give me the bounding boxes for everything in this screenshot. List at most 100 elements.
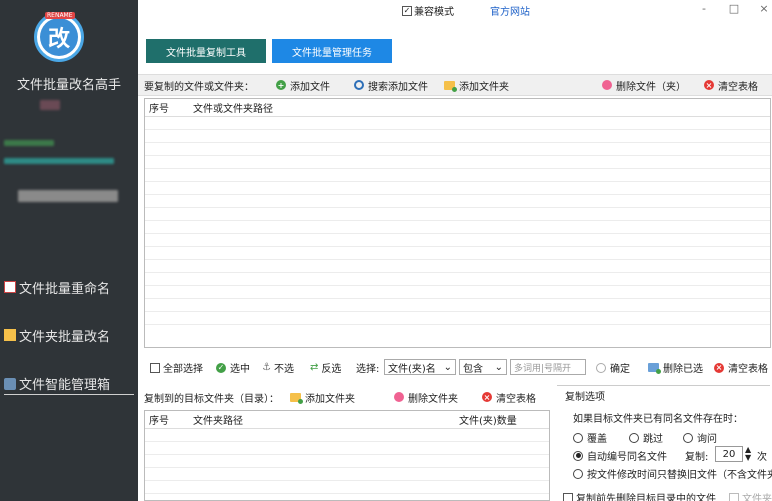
- clear-target-label: 清空表格: [496, 393, 536, 405]
- maximize-button[interactable]: □: [727, 2, 741, 15]
- skip-label: 跳过: [643, 434, 663, 445]
- minimize-button[interactable]: -: [697, 2, 711, 15]
- nav-smart-manager[interactable]: 文件智能管理箱: [4, 373, 134, 395]
- auto-number-label: 自动编号同名文件: [587, 452, 667, 463]
- match-select-value: 包含: [463, 363, 483, 375]
- logo-glyph: 改: [40, 18, 78, 56]
- add-folder-button[interactable]: 添加文件夹: [444, 78, 509, 93]
- files-toolbar: 要复制的文件或文件夹： + 添加文件 搜索添加文件 添加文件夹 删除文件（夹） …: [138, 74, 772, 96]
- copy-options-question: 如果目标文件夹已有同名文件存在时：: [573, 414, 743, 425]
- replace-newer-label: 按文件修改时间只替换旧文件（不含文件夹）: [587, 470, 772, 481]
- copies-unit: 次: [757, 452, 767, 463]
- function-tabs: 文件批量复制工具 文件批量管理任务: [146, 39, 392, 63]
- confirm-button[interactable]: 确定: [596, 360, 630, 375]
- nav-label: 文件批量重命名: [19, 281, 111, 297]
- tab-copy-tool[interactable]: 文件批量复制工具: [146, 39, 266, 63]
- target-table-header: 序号 文件夹路径 文件(夹)数量: [145, 411, 549, 429]
- delete-file-button[interactable]: 删除文件（夹）: [602, 78, 686, 93]
- tab-manage-task[interactable]: 文件批量管理任务: [272, 39, 392, 63]
- radio-button[interactable]: [573, 450, 583, 461]
- logo-badge: RENAME: [45, 12, 75, 19]
- overwrite-label: 覆盖: [587, 434, 607, 445]
- search-add-file-button[interactable]: 搜索添加文件: [354, 78, 428, 93]
- document-icon: [4, 281, 16, 293]
- add-target-folder-label: 添加文件夹: [305, 393, 355, 405]
- delete-selected-button[interactable]: 删除已选: [648, 360, 703, 375]
- files-label: 要复制的文件或文件夹：: [144, 81, 254, 93]
- radio-button[interactable]: [683, 432, 693, 443]
- files-table-header: 序号 文件或文件夹路径: [145, 99, 770, 117]
- stepper-arrows-icon[interactable]: ▲ ▼: [745, 446, 751, 462]
- blurred-info: [40, 100, 60, 110]
- check-icon: ✓: [216, 362, 226, 373]
- compat-mode-toggle[interactable]: ✓ 兼容模式: [402, 3, 454, 18]
- delete-icon: [394, 392, 404, 402]
- ask-label: 询问: [697, 434, 717, 445]
- files-table[interactable]: 序号 文件或文件夹路径: [144, 98, 771, 348]
- column-header: 文件(夹)数量: [459, 416, 517, 427]
- folder-add-icon: [290, 392, 303, 404]
- copies-stepper[interactable]: 20: [715, 446, 743, 462]
- deselect-label: 不选: [273, 364, 294, 375]
- blurred-info: [4, 140, 54, 146]
- nav-label: 文件夹批量改名: [19, 329, 111, 345]
- add-folder-label: 添加文件夹: [459, 81, 509, 93]
- app-name: 文件批量改名高手: [16, 78, 121, 93]
- select-all-checkbox[interactable]: 全部选择: [150, 360, 203, 375]
- skip-radio[interactable]: 跳过: [629, 430, 663, 445]
- type-select-value: 文件(夹)名: [388, 363, 436, 375]
- type-select[interactable]: 文件(夹)名 ⌄: [384, 359, 456, 375]
- anchor-icon: ⚓: [262, 362, 271, 373]
- delete-icon: [602, 80, 612, 90]
- clear-target-table-button[interactable]: × 清空表格: [482, 390, 536, 405]
- copy-options-title: 复制选项: [565, 388, 605, 403]
- blurred-info: [18, 190, 118, 202]
- select-all-label: 全部选择: [163, 364, 203, 375]
- close-button[interactable]: ×: [757, 2, 771, 15]
- before-delete-checkbox[interactable]: 复制前先删除目标目录中的文件: [563, 490, 716, 501]
- checkbox[interactable]: [563, 492, 573, 501]
- copies-label: 复制:: [685, 452, 709, 463]
- delete-selected-icon: [648, 363, 661, 374]
- deselect-button[interactable]: ⚓ 不选: [262, 360, 294, 375]
- clear-table-button-2[interactable]: × 清空表格: [714, 360, 768, 375]
- overwrite-radio[interactable]: 覆盖: [573, 430, 607, 445]
- auto-number-radio[interactable]: 自动编号同名文件: [573, 448, 667, 463]
- compat-checkbox[interactable]: ✓: [402, 5, 412, 16]
- select-label: 选中: [230, 364, 250, 375]
- compat-label: 兼容模式: [414, 7, 454, 18]
- confirm-icon: [596, 362, 606, 373]
- delete-folder-button[interactable]: 删除文件夹: [394, 390, 458, 405]
- nav-folder-rename[interactable]: 文件夹批量改名: [4, 324, 134, 346]
- nav-label: 文件智能管理箱: [19, 378, 111, 393]
- add-target-folder-button[interactable]: 添加文件夹: [290, 390, 355, 405]
- radio-button[interactable]: [573, 468, 583, 479]
- blurred-info: [4, 158, 114, 164]
- choose-label: 选择:: [356, 364, 380, 375]
- nav-file-rename[interactable]: 文件批量重命名: [4, 276, 134, 298]
- column-header: 文件或文件夹路径: [193, 104, 273, 115]
- add-file-button[interactable]: + 添加文件: [276, 78, 330, 93]
- replace-newer-radio[interactable]: 按文件修改时间只替换旧文件（不含文件夹）: [573, 466, 772, 481]
- file-only-checkbox[interactable]: 文件夹: [729, 490, 772, 501]
- app-logo: RENAME 改: [34, 12, 84, 62]
- chevron-down-icon: ⌄: [443, 361, 452, 373]
- invert-button[interactable]: ⇄ 反选: [310, 360, 341, 375]
- clear-table-button[interactable]: × 清空表格: [704, 78, 758, 93]
- checkbox[interactable]: [150, 362, 160, 373]
- match-select[interactable]: 包含 ⌄: [459, 359, 507, 375]
- radio-button[interactable]: [629, 432, 639, 443]
- delete-folder-label: 删除文件夹: [408, 393, 458, 405]
- checkbox[interactable]: [729, 492, 739, 501]
- sidebar: RENAME 改 文件批量改名高手 文件批量重命名 文件夹批量改名 文件智能管理…: [0, 0, 138, 501]
- select-button[interactable]: ✓ 选中: [216, 360, 250, 375]
- file-only-label: 文件夹: [742, 494, 772, 501]
- toolbox-icon: [4, 377, 16, 390]
- ask-radio[interactable]: 询问: [683, 430, 717, 445]
- target-table[interactable]: 序号 文件夹路径 文件(夹)数量: [144, 410, 550, 501]
- keyword-input[interactable]: 多词用|号隔开: [510, 359, 586, 375]
- column-header: 序号: [149, 416, 169, 427]
- clear-label: 清空表格: [728, 364, 768, 375]
- radio-button[interactable]: [573, 432, 583, 443]
- official-site-link[interactable]: 官方网站: [490, 3, 530, 18]
